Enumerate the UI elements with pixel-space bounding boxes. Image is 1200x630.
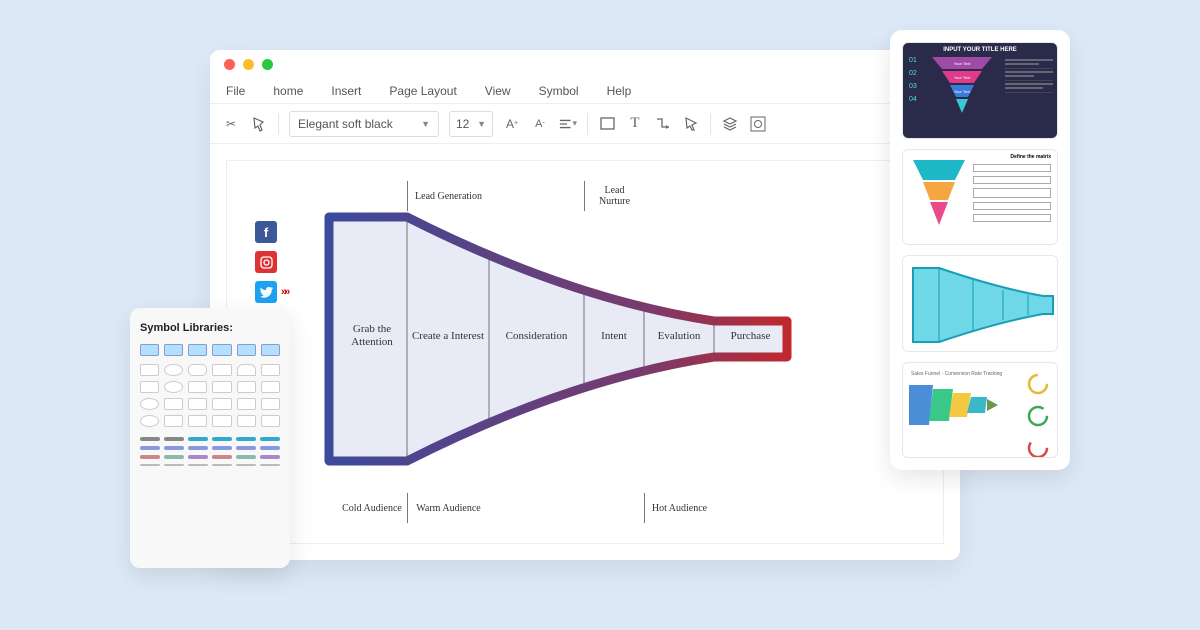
toolbar: ✂ Elegant soft black ▼ 12 ▼ A+ A- ▾ T — [210, 104, 960, 144]
svg-text:Your Text: Your Text — [954, 75, 971, 80]
canvas[interactable]: f »» Q in »» P »» W — [226, 160, 944, 544]
symbol-shape[interactable] — [261, 381, 280, 393]
menu-symbol[interactable]: Symbol — [539, 84, 579, 98]
stage-5: Evalution — [644, 316, 714, 356]
symbol-shape[interactable] — [212, 364, 231, 376]
text-tool-icon[interactable]: T — [626, 115, 644, 133]
symbol-category-row — [140, 344, 280, 356]
chevron-down-icon: ▼ — [477, 119, 486, 129]
decrease-font-icon[interactable]: A- — [531, 115, 549, 133]
maximize-button[interactable] — [262, 59, 273, 70]
symbol-shape[interactable] — [188, 364, 207, 376]
symbol-shape[interactable] — [164, 381, 183, 393]
symbol-shape[interactable] — [140, 415, 159, 427]
symbol-shape[interactable] — [237, 381, 256, 393]
twitter-icon: »» — [255, 281, 277, 303]
symbol-shape[interactable] — [261, 415, 280, 427]
group-icon[interactable] — [749, 115, 767, 133]
symbol-shape[interactable] — [212, 415, 231, 427]
connector-tool-icon[interactable] — [654, 115, 672, 133]
template-4[interactable]: Sales Funnel - Conversion Rate Tracking — [902, 362, 1058, 459]
symbol-shape[interactable] — [140, 364, 159, 376]
symbol-shape[interactable] — [140, 398, 159, 410]
symbol-shape[interactable] — [164, 364, 183, 376]
app-window: File home Insert Page Layout View Symbol… — [210, 50, 960, 560]
menu-help[interactable]: Help — [607, 84, 632, 98]
menu-view[interactable]: View — [485, 84, 511, 98]
pointer-tool-icon[interactable] — [682, 115, 700, 133]
label-lead-generation: Lead Generation — [407, 181, 489, 211]
symbol-category[interactable] — [164, 344, 183, 356]
separator — [587, 113, 588, 135]
symbol-shape[interactable] — [237, 415, 256, 427]
symbol-shape[interactable] — [188, 398, 207, 410]
symbol-shape[interactable] — [140, 381, 159, 393]
label-hot-audience: Hot Audience — [644, 493, 714, 523]
symbol-category[interactable] — [261, 344, 280, 356]
stage-6: Purchase — [714, 316, 787, 356]
symbol-category[interactable] — [140, 344, 159, 356]
stage-3: Consideration — [489, 316, 584, 356]
instagram-icon — [255, 251, 277, 273]
arrow-icon: »» — [281, 286, 287, 298]
label-cold-audience: Cold Audience — [337, 493, 407, 523]
menu-home[interactable]: home — [273, 84, 303, 98]
templates-panel[interactable]: INPUT YOUR TITLE HERE 01 02 03 04 Your T… — [890, 30, 1070, 470]
separator — [710, 113, 711, 135]
symbol-shape[interactable] — [188, 381, 207, 393]
svg-text:Your Text: Your Text — [954, 89, 971, 94]
close-button[interactable] — [224, 59, 235, 70]
symbol-shape[interactable] — [261, 398, 280, 410]
menu-file[interactable]: File — [226, 84, 245, 98]
separator — [278, 113, 279, 135]
stage-1: Grab the Attention — [337, 316, 407, 356]
symbol-libraries-panel[interactable]: Symbol Libraries: — [130, 308, 290, 568]
template-3[interactable] — [902, 255, 1058, 352]
minimize-button[interactable] — [243, 59, 254, 70]
symbol-shape[interactable] — [237, 364, 256, 376]
font-size-value: 12 — [456, 117, 469, 131]
bottom-labels: Cold Audience Warm Audience Hot Audience — [337, 493, 714, 523]
symbol-shape[interactable] — [237, 398, 256, 410]
template-2[interactable]: Define the matrix — [902, 149, 1058, 246]
increase-font-icon[interactable]: A+ — [503, 115, 521, 133]
menu-insert[interactable]: Insert — [331, 84, 361, 98]
titlebar — [210, 50, 960, 78]
symbol-category[interactable] — [212, 344, 231, 356]
symbol-shapes-grid — [140, 364, 280, 427]
format-painter-icon[interactable] — [250, 115, 268, 133]
font-size-select[interactable]: 12 ▼ — [449, 111, 493, 137]
rectangle-tool-icon[interactable] — [598, 115, 616, 133]
symbol-shape[interactable] — [261, 364, 280, 376]
label-lead-nurture: Lead Nurture — [584, 181, 644, 211]
menubar: File home Insert Page Layout View Symbol… — [210, 78, 960, 104]
symbol-libraries-title: Symbol Libraries: — [140, 322, 280, 334]
top-labels: Lead Generation Lead Nurture — [337, 181, 644, 211]
symbol-shape[interactable] — [164, 398, 183, 410]
symbol-shape[interactable] — [212, 398, 231, 410]
symbol-shape[interactable] — [188, 415, 207, 427]
cut-icon[interactable]: ✂ — [222, 115, 240, 133]
chevron-down-icon: ▼ — [421, 119, 430, 129]
facebook-icon: f — [255, 221, 277, 243]
stage-4: Intent — [584, 316, 644, 356]
svg-text:Your Text: Your Text — [954, 61, 971, 66]
stage-2: Create a Interest — [407, 316, 489, 356]
label-warm-audience: Warm Audience — [407, 493, 489, 523]
template-1[interactable]: INPUT YOUR TITLE HERE 01 02 03 04 Your T… — [902, 42, 1058, 139]
symbol-shape[interactable] — [212, 381, 231, 393]
symbol-shape[interactable] — [164, 415, 183, 427]
align-icon[interactable]: ▾ — [559, 115, 577, 133]
symbol-category[interactable] — [188, 344, 207, 356]
symbol-lines — [140, 437, 280, 466]
font-select[interactable]: Elegant soft black ▼ — [289, 111, 439, 137]
font-select-value: Elegant soft black — [298, 117, 393, 131]
template-1-title: INPUT YOUR TITLE HERE — [903, 43, 1057, 53]
menu-page-layout[interactable]: Page Layout — [389, 84, 456, 98]
funnel-stages: Grab the Attention Create a Interest Con… — [337, 316, 787, 356]
symbol-category[interactable] — [237, 344, 256, 356]
layers-icon[interactable] — [721, 115, 739, 133]
